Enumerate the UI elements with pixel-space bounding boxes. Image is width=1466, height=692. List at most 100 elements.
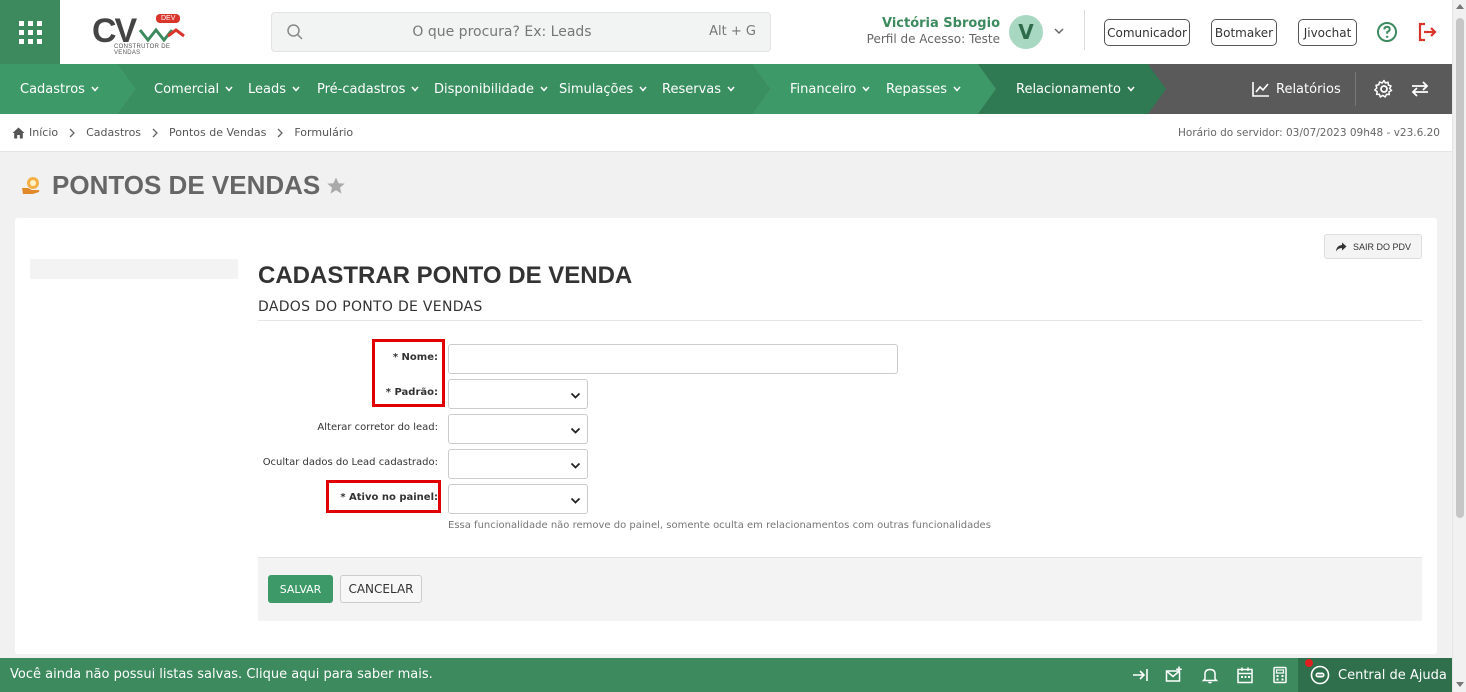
ocultar-dados-label: Ocultar dados do Lead cadastrado: — [262, 457, 438, 468]
form-subtitle: DADOS DO PONTO DE VENDAS — [258, 299, 483, 315]
chart-line-icon — [1252, 82, 1269, 97]
app-logo[interactable]: CV DEV CONSTRUTOR DE VENDAS — [92, 12, 192, 56]
form-actions: SALVAR CANCELAR — [258, 557, 1422, 621]
scroll-down-arrow[interactable] — [1456, 682, 1464, 687]
save-button[interactable]: SALVAR — [268, 575, 333, 603]
nav-financeiro[interactable]: Financeiro — [790, 64, 871, 114]
calculator-icon[interactable] — [1271, 666, 1289, 684]
breadcrumb-cadastros[interactable]: Cadastros — [86, 126, 141, 139]
nav-disponibilidade[interactable]: Disponibilidade — [434, 64, 549, 114]
chevron-down-icon — [540, 86, 548, 92]
top-header: CV DEV CONSTRUTOR DE VENDAS Alt + G Vict… — [0, 0, 1452, 64]
nav-divider — [1355, 72, 1356, 106]
botmaker-button[interactable]: Botmaker — [1211, 19, 1277, 46]
jivochat-button[interactable]: Jivochat — [1298, 19, 1357, 46]
nav-simulacoes[interactable]: Simulações — [559, 64, 648, 114]
chevron-down-icon — [570, 497, 581, 504]
nav-label: Leads — [248, 81, 287, 97]
logo-dev-badge: DEV — [156, 14, 181, 23]
chevron-down-icon — [225, 86, 233, 92]
nav-relatorios[interactable]: Relatórios — [1252, 64, 1341, 114]
breadcrumb-bar: Início Cadastros Pontos de Vendas Formul… — [0, 114, 1452, 152]
breadcrumb-formulario: Formulário — [294, 126, 354, 139]
star-icon[interactable] — [326, 176, 346, 196]
chevron-right-icon — [277, 128, 284, 137]
form-title: CADASTRAR PONTO DE VENDA — [258, 262, 633, 289]
help-center-button[interactable]: Central de Ajuda — [1298, 658, 1452, 692]
highlight-box-ativo — [326, 480, 441, 513]
nav-label: Financeiro — [790, 81, 857, 97]
mail-plus-icon[interactable] — [1165, 666, 1183, 684]
chevron-down-icon — [292, 86, 300, 92]
chevron-down-icon — [1127, 86, 1135, 92]
saved-lists-message[interactable]: Você ainda não possui listas salvas. Cli… — [10, 667, 433, 682]
nav-repasses[interactable]: Repasses — [886, 64, 962, 114]
alterar-corretor-label: Alterar corretor do lead: — [317, 422, 438, 433]
nav-relacionamento[interactable]: Relacionamento — [1016, 64, 1136, 114]
notification-dot — [1305, 659, 1313, 667]
highlight-box-required — [372, 339, 445, 407]
nav-reservas[interactable]: Reservas — [662, 64, 736, 114]
comunicador-button[interactable]: Comunicador — [1104, 19, 1190, 46]
global-search: Alt + G — [271, 12, 771, 52]
gear-icon[interactable] — [1374, 79, 1394, 99]
header-divider — [1084, 10, 1085, 50]
user-profile: Perfil de Acesso: Teste — [866, 32, 1000, 46]
padrao-select[interactable] — [448, 379, 588, 409]
scroll-up-arrow[interactable] — [1456, 4, 1464, 9]
chevron-right-icon — [152, 128, 158, 137]
apps-menu-button[interactable] — [0, 0, 60, 64]
user-name: Victória Sbrogio — [881, 16, 1000, 31]
alterar-corretor-select[interactable] — [448, 414, 588, 444]
nav-cadastros[interactable]: Cadastros — [20, 64, 100, 114]
form-divider — [258, 320, 1422, 321]
page-scrollbar[interactable] — [1452, 0, 1466, 692]
search-icon — [287, 24, 303, 40]
logo-subtitle: CONSTRUTOR DE VENDAS — [114, 44, 171, 56]
bell-icon[interactable] — [1201, 666, 1219, 684]
share-arrow-icon — [1335, 242, 1347, 251]
help-icon[interactable] — [1376, 21, 1398, 43]
collapse-right-icon[interactable] — [1131, 666, 1149, 684]
search-input[interactable] — [312, 13, 692, 51]
chevron-down-icon — [862, 86, 870, 92]
nav-label: Pré-cadastros — [317, 81, 406, 97]
grid-icon — [18, 20, 42, 44]
nav-comercial[interactable]: Comercial — [154, 64, 234, 114]
ativo-painel-select[interactable] — [448, 484, 588, 514]
chevron-down-icon — [953, 86, 961, 92]
chevron-down-icon — [411, 86, 419, 92]
server-time: Horário do servidor: 03/07/2023 09h48 - … — [1178, 127, 1440, 139]
ativo-painel-hint: Essa funcionalidade não remove do painel… — [448, 520, 991, 531]
chevron-down-icon — [570, 427, 581, 434]
chevron-down-icon[interactable] — [1052, 24, 1066, 38]
nav-pre-cadastros[interactable]: Pré-cadastros — [317, 64, 420, 114]
breadcrumb-inicio[interactable]: Início — [29, 126, 58, 139]
page-title: PONTOS DE VENDAS — [52, 170, 321, 200]
chevron-down-icon — [727, 86, 735, 92]
scroll-thumb[interactable] — [1456, 18, 1464, 518]
chevron-down-icon — [570, 392, 581, 399]
nav-label: Relacionamento — [1016, 81, 1121, 97]
nav-leads[interactable]: Leads — [248, 64, 301, 114]
ocultar-dados-select[interactable] — [448, 449, 588, 479]
user-info[interactable]: Victória Sbrogio Perfil de Acesso: Teste — [830, 16, 1000, 46]
nav-label: Relatórios — [1276, 81, 1341, 97]
logo-wave-icon — [138, 27, 185, 42]
nav-label: Comercial — [154, 81, 220, 97]
nav-label: Repasses — [886, 81, 947, 97]
exit-pdv-button[interactable]: SAIR DO PDV — [1324, 234, 1422, 259]
breadcrumb: Início Cadastros Pontos de Vendas Formul… — [12, 126, 353, 139]
swap-icon[interactable] — [1410, 79, 1430, 99]
breadcrumb-pontos-de-vendas[interactable]: Pontos de Vendas — [169, 126, 266, 139]
calendar-icon[interactable] — [1236, 666, 1254, 684]
avatar[interactable]: V — [1009, 15, 1043, 49]
home-icon[interactable] — [12, 127, 25, 139]
logout-icon[interactable] — [1416, 21, 1438, 43]
nome-input[interactable] — [448, 344, 898, 374]
chevron-right-icon — [69, 128, 76, 137]
help-center-label: Central de Ajuda — [1338, 667, 1447, 683]
cancel-button[interactable]: CANCELAR — [340, 575, 422, 603]
page-title-row: PONTOS DE VENDAS — [20, 170, 346, 201]
form-card: SAIR DO PDV CADASTRAR PONTO DE VENDA DAD… — [15, 218, 1437, 654]
